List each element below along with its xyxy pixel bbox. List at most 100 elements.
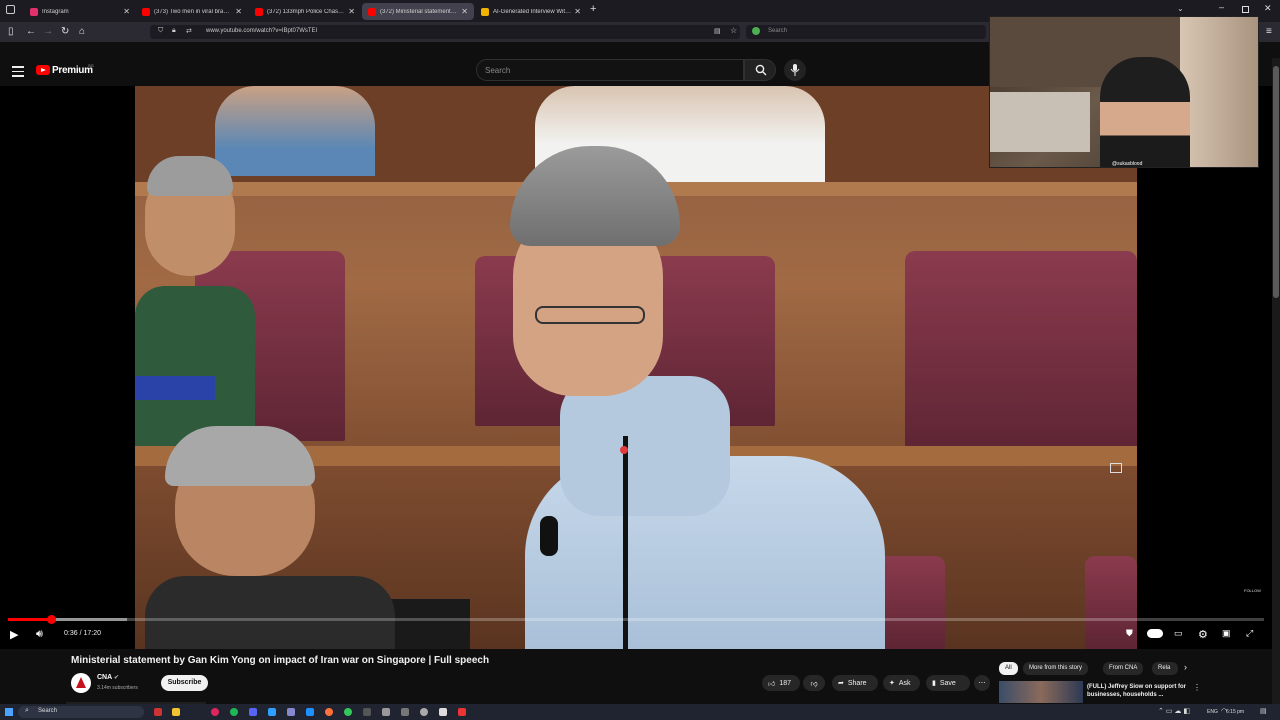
- autoplay-toggle-icon[interactable]: ⛊: [1126, 628, 1133, 639]
- taskbar-app-icon-5[interactable]: [249, 708, 257, 716]
- taskbar-app-icon-15[interactable]: [439, 708, 447, 716]
- channel-name[interactable]: CNA ✔: [97, 674, 119, 681]
- minimize-window-icon[interactable]: –: [1219, 2, 1224, 12]
- new-tab-plus-icon[interactable]: +: [590, 3, 596, 15]
- like-button[interactable]: 👍︎ 187: [762, 675, 800, 691]
- youtube-brand[interactable]: Premium: [52, 65, 93, 76]
- tab-favicon-icon: [368, 7, 376, 16]
- reader-view-icon[interactable]: ▤: [714, 27, 721, 35]
- youtube-search-input[interactable]: Search: [476, 59, 744, 81]
- taskbar-app-icon-7[interactable]: [287, 708, 295, 716]
- fullscreen-icon[interactable]: ⤢: [1246, 628, 1253, 639]
- forward-arrow-icon[interactable]: →: [43, 26, 53, 37]
- taskbar-app-icon-10[interactable]: [344, 708, 352, 716]
- video-player[interactable]: FOLLOW: [0, 86, 1272, 649]
- browser-tab[interactable]: (373) Two men in viral brawl at ✕: [136, 3, 248, 20]
- dislike-button[interactable]: 👎︎: [803, 675, 825, 691]
- back-arrow-icon[interactable]: ←: [26, 26, 36, 37]
- taskbar-app-icon-16[interactable]: [458, 708, 466, 716]
- tab-close-icon[interactable]: ✕: [345, 7, 355, 16]
- taskbar-app-icon-14[interactable]: [420, 708, 428, 716]
- taskbar-firefox-icon[interactable]: [325, 708, 333, 716]
- follow-label: FOLLOW: [1244, 588, 1261, 593]
- channel-name-text[interactable]: CNA: [97, 674, 112, 681]
- captions-toggle-icon[interactable]: [1147, 629, 1163, 638]
- subtitles-icon[interactable]: ▭: [1174, 628, 1183, 639]
- bookmark-star-icon[interactable]: ☆: [730, 26, 737, 35]
- tab-favicon-icon: [30, 7, 38, 16]
- lock-icon[interactable]: 🔒︎: [172, 27, 176, 35]
- taskbar-app-icon-3[interactable]: [211, 708, 219, 716]
- chip-related[interactable]: Rela: [1152, 662, 1178, 675]
- more-actions-button[interactable]: ⋯: [974, 675, 990, 691]
- tab-title: AI-Generated Interview With C: [493, 8, 572, 15]
- voice-search-button[interactable]: [784, 59, 806, 81]
- extensions-menu-icon[interactable]: ≡: [1266, 26, 1272, 37]
- browser-tab[interactable]: AI-Generated Interview With C ✕: [475, 3, 587, 20]
- page-scrollbar-thumb[interactable]: [1273, 66, 1279, 298]
- browser-tab[interactable]: (372) 133mph Police Chase End ✕: [249, 3, 361, 20]
- save-button[interactable]: ▮ Save: [926, 675, 970, 691]
- taskbar-app-icon-2[interactable]: [172, 708, 180, 716]
- browser-tab[interactable]: (372) Ministerial statement by G ✕: [362, 3, 474, 20]
- taskbar-app-icon-1[interactable]: [154, 708, 162, 716]
- browser-menu-icon[interactable]: [6, 5, 15, 14]
- recommendation-menu-icon[interactable]: ⋮: [1193, 683, 1201, 692]
- channel-avatar[interactable]: [71, 673, 91, 693]
- taskbar-app-icon-11[interactable]: [363, 708, 371, 716]
- progress-scrubber-knob[interactable]: [46, 615, 56, 624]
- tab-close-icon[interactable]: ✕: [458, 7, 468, 16]
- browser-search-field[interactable]: Search: [746, 25, 986, 39]
- streamer-webcam-overlay: @sukasblood: [989, 16, 1259, 168]
- taskbar-app-icon-12[interactable]: [382, 708, 390, 716]
- country-code: SG: [88, 63, 94, 68]
- play-icon[interactable]: ▶: [10, 628, 18, 641]
- youtube-search-button[interactable]: [744, 59, 776, 81]
- chevron-right-icon[interactable]: ›: [1184, 662, 1187, 672]
- ask-label: Ask: [898, 679, 911, 687]
- url-text[interactable]: www.youtube.com/watch?v=IBpt07WsTEI: [206, 28, 317, 34]
- video-frame[interactable]: [135, 86, 1137, 649]
- browser-tab[interactable]: Instagram ✕: [24, 3, 136, 20]
- windows-start-icon[interactable]: [5, 708, 13, 716]
- shield-icon[interactable]: ⛉: [158, 27, 163, 35]
- picture-in-picture-icon[interactable]: [1110, 463, 1122, 473]
- tab-close-icon[interactable]: ✕: [571, 7, 581, 16]
- permissions-icon[interactable]: ⇄: [186, 27, 192, 35]
- chip-from-cna[interactable]: From CNA: [1103, 662, 1144, 675]
- tab-favicon-icon: [142, 7, 150, 16]
- thumbs-down-icon: 👎︎: [810, 680, 818, 688]
- notification-icon[interactable]: ▤: [1260, 707, 1267, 715]
- clock[interactable]: 6:15 pm: [1226, 709, 1244, 715]
- taskbar-app-icon-6[interactable]: [268, 708, 276, 716]
- share-button[interactable]: ➦ Share: [832, 675, 878, 691]
- tab-list-chevron-icon[interactable]: ⌄: [1177, 4, 1184, 13]
- youtube-logo-icon[interactable]: [36, 65, 50, 75]
- chip-all[interactable]: All: [999, 662, 1018, 675]
- language-indicator[interactable]: ENG: [1207, 709, 1218, 715]
- taskbar-app-icon-8[interactable]: [306, 708, 314, 716]
- sidebar-toggle-icon[interactable]: ▯: [8, 26, 14, 37]
- address-bar[interactable]: ⛉ 🔒︎ ⇄ www.youtube.com/watch?v=IBpt07WsT…: [150, 25, 740, 39]
- volume-icon[interactable]: 🔊︎: [36, 628, 43, 641]
- subscribe-button[interactable]: Subscribe: [161, 675, 208, 691]
- maximize-window-icon[interactable]: [1242, 6, 1249, 13]
- close-window-icon[interactable]: ✕: [1264, 3, 1272, 14]
- taskbar-search-box[interactable]: ⌕ Search: [18, 706, 144, 718]
- hamburger-menu-icon[interactable]: [12, 66, 24, 80]
- taskbar-app-icon-13[interactable]: [401, 708, 409, 716]
- tab-close-icon[interactable]: ✕: [120, 7, 130, 16]
- tab-close-icon[interactable]: ✕: [232, 7, 242, 16]
- reload-icon[interactable]: ↻: [61, 26, 69, 37]
- ask-button[interactable]: ✦ Ask: [883, 675, 920, 691]
- settings-gear-icon[interactable]: ⚙: [1198, 628, 1208, 641]
- chip-more-from-story[interactable]: More from this story: [1023, 662, 1089, 675]
- taskbar-app-icon-4[interactable]: [230, 708, 238, 716]
- miniplayer-icon[interactable]: ▣: [1222, 628, 1231, 639]
- recommended-video-thumbnail[interactable]: [999, 681, 1083, 703]
- progress-bar[interactable]: [8, 618, 1264, 621]
- recommended-video-title[interactable]: (FULL) Jeffrey Siow on support for busin…: [1087, 683, 1192, 699]
- home-icon[interactable]: ⌂: [79, 26, 85, 37]
- tab-favicon-icon: [481, 7, 489, 16]
- tray-icons[interactable]: ⌃ ▭ ☁ ◧: [1158, 707, 1190, 715]
